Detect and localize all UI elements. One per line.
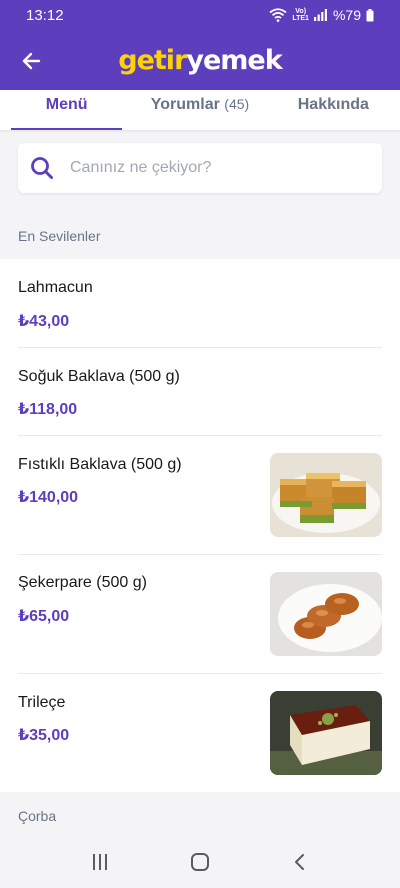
home-icon <box>191 853 209 871</box>
menu-item-fistikli-baklava[interactable]: Fıstıklı Baklava (500 g) ₺140,00 <box>0 436 400 555</box>
battery-percent: %79 <box>332 7 361 23</box>
app-header: getiryemek <box>0 30 400 90</box>
recent-apps-button[interactable] <box>80 842 120 882</box>
item-price: ₺43,00 <box>18 313 70 330</box>
item-price: ₺35,00 <box>18 727 70 744</box>
tab-about[interactable]: Hakkında <box>267 90 400 130</box>
status-icons: Vo) LTE1 %79 <box>269 7 374 23</box>
item-name: Şekerpare (500 g) <box>18 574 147 591</box>
item-price: ₺118,00 <box>18 401 78 418</box>
logo-yemek: yemek <box>186 44 282 76</box>
system-nav-bar <box>0 836 400 888</box>
menu-item-sekerpare[interactable]: Şekerpare (500 g) ₺65,00 <box>0 555 400 674</box>
tab-reviews-count: (45) <box>224 96 250 112</box>
tab-about-label: Hakkında <box>297 96 369 113</box>
getir-yemek-logo: getiryemek <box>118 44 282 76</box>
item-name: Fıstıklı Baklava (500 g) <box>18 456 182 473</box>
item-name: Trileçe <box>18 694 66 711</box>
section-title-favorites: En Sevilenler <box>18 228 101 244</box>
back-button[interactable] <box>16 46 46 76</box>
tab-reviews-label: Yorumlar <box>150 96 220 113</box>
battery-icon <box>366 8 374 21</box>
tab-reviews[interactable]: Yorumlar (45) <box>133 90 266 130</box>
tab-menu-label: Menü <box>45 96 88 113</box>
item-price: ₺65,00 <box>18 608 70 625</box>
network-type: Vo) LTE1 <box>292 8 309 22</box>
trilece-photo <box>270 691 382 775</box>
menu-item-lahmacun[interactable]: Lahmacun ₺43,00 <box>0 259 400 348</box>
home-button[interactable] <box>180 842 220 882</box>
section-title-soup: Çorba <box>18 808 57 824</box>
status-bar: 13:12 Vo) LTE1 %79 <box>0 0 400 30</box>
back-nav-button[interactable] <box>280 842 320 882</box>
search-icon <box>31 157 53 179</box>
tab-bar: Menü Yorumlar (45) Hakkında <box>0 90 400 130</box>
wifi-icon <box>269 8 287 22</box>
search-input[interactable] <box>70 159 350 177</box>
tab-menu[interactable]: Menü <box>0 90 133 130</box>
search-box[interactable] <box>18 143 382 193</box>
baklava-photo <box>270 453 382 537</box>
item-name: Lahmacun <box>18 279 93 296</box>
menu-item-trilece[interactable]: Trileçe ₺35,00 <box>0 674 400 792</box>
status-time: 13:12 <box>26 6 64 24</box>
menu-item-soguk-baklava[interactable]: Soğuk Baklava (500 g) ₺118,00 <box>0 348 400 436</box>
item-price: ₺140,00 <box>18 489 79 506</box>
item-name: Soğuk Baklava (500 g) <box>18 368 180 385</box>
recent-apps-icon <box>93 854 107 870</box>
logo-getir: getir <box>118 44 187 76</box>
menu-list: Lahmacun ₺43,00 Soğuk Baklava (500 g) ₺1… <box>0 259 400 792</box>
arrow-left-icon <box>22 52 41 70</box>
chevron-left-icon <box>295 854 304 870</box>
sekerpare-photo <box>270 572 382 656</box>
signal-icon <box>313 9 327 21</box>
